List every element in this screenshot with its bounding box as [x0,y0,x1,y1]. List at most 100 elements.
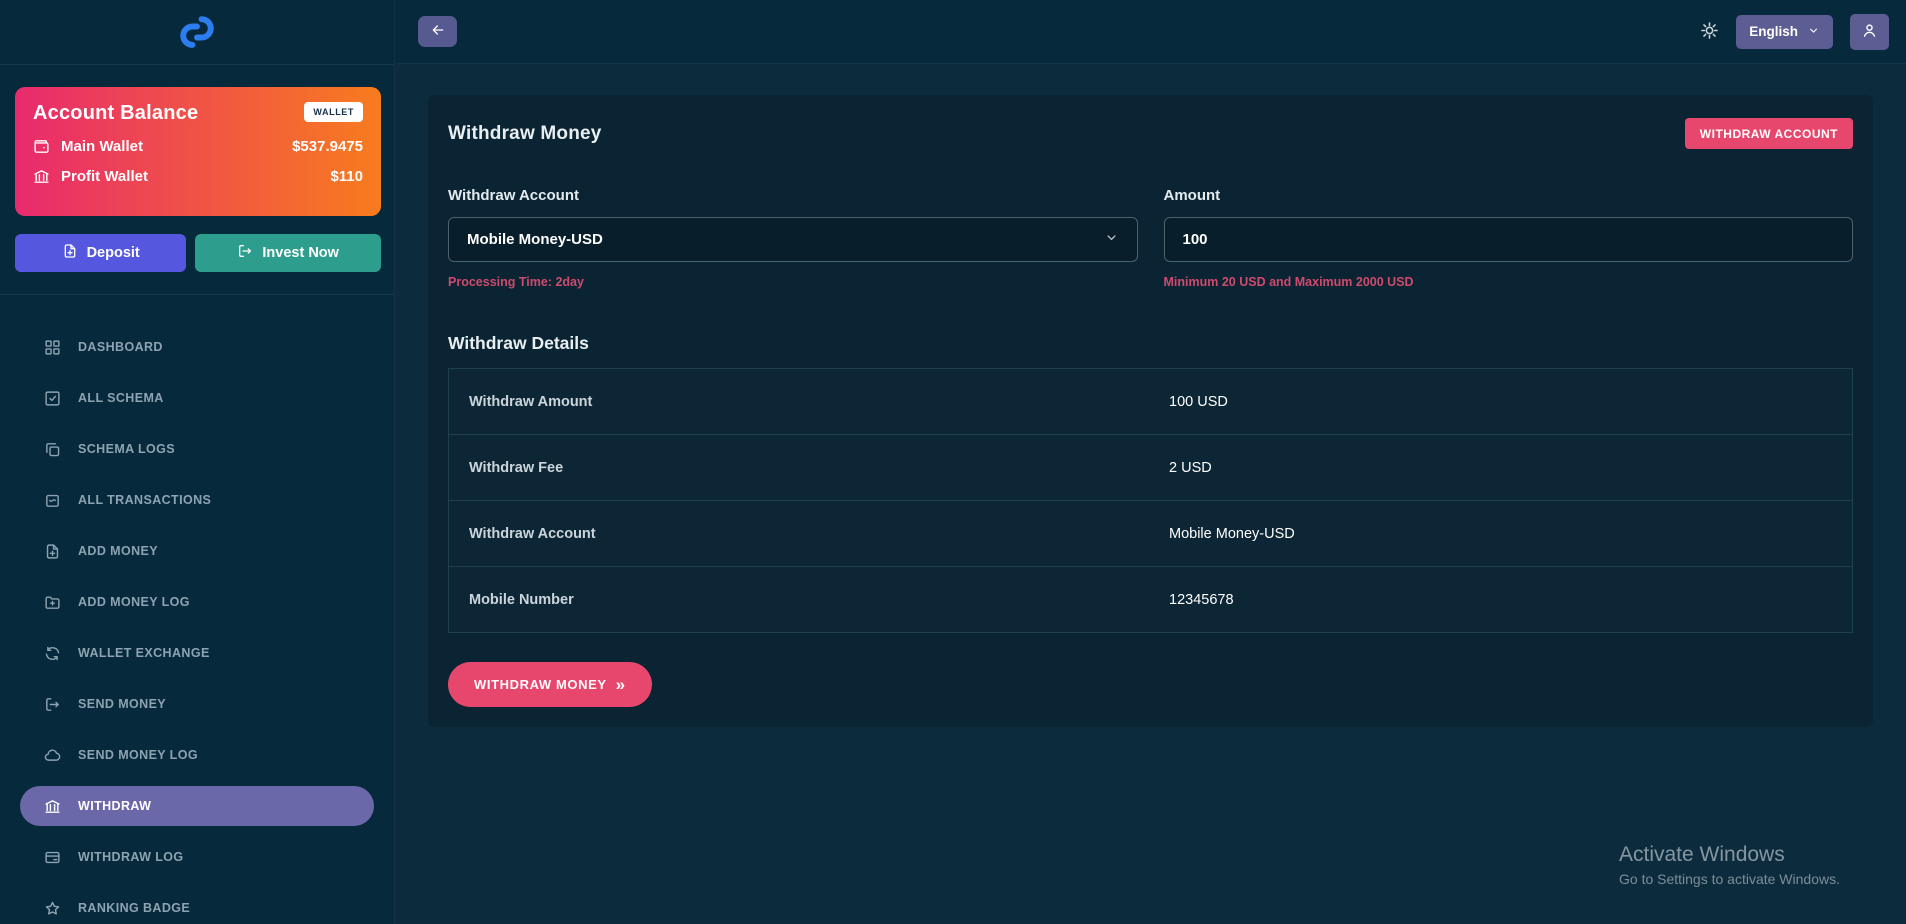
sidebar-item-all-transactions[interactable]: ALL TRANSACTIONS [20,480,374,520]
copy-icon [44,441,61,458]
amount-label: Amount [1164,187,1854,204]
bank-icon [44,798,61,815]
details-value: 12345678 [1169,592,1234,608]
withdraw-account-select[interactable]: Mobile Money-USD [448,217,1138,262]
details-row: Mobile Number12345678 [449,566,1852,632]
sidebar-item-label: DASHBOARD [78,340,163,354]
archive-icon [44,492,61,509]
cloud-icon [44,747,61,764]
wallet-icon [33,138,50,155]
amount-field-group: Amount Minimum 20 USD and Maximum 2000 U… [1164,187,1854,289]
balance-row-value: $537.9475 [292,138,363,155]
details-row: Withdraw Amount100 USD [449,369,1852,434]
sidebar-item-add-money-log[interactable]: ADD MONEY LOG [20,582,374,622]
invest-now-button[interactable]: Invest Now [195,234,381,272]
details-value: Mobile Money-USD [1169,526,1295,542]
back-button[interactable] [418,16,457,47]
details-label: Withdraw Account [449,526,1169,542]
deposit-button-label: Deposit [87,245,140,261]
user-menu-button[interactable] [1850,14,1889,50]
theme-toggle-button[interactable] [1700,21,1719,43]
watermark-line1: Activate Windows [1619,843,1840,867]
sidebar: Account Balance WALLET Main Wallet$537.9… [0,0,395,924]
chevron-down-icon [1807,24,1820,37]
grid-icon [44,339,61,356]
sidebar-item-label: SEND MONEY LOG [78,748,198,762]
sidebar-item-label: ADD MONEY [78,544,158,558]
sidebar-item-send-money[interactable]: SEND MONEY [20,684,374,724]
sidebar-item-label: SCHEMA LOGS [78,442,175,456]
sun-icon [1700,21,1719,40]
sidebar-menu: DASHBOARD ALL SCHEMA SCHEMA LOGS ALL TRANSA… [0,295,394,924]
withdraw-money-button[interactable]: WITHDRAW MONEY » [448,662,652,707]
withdraw-account-label: Withdraw Account [448,187,1138,204]
content-area: Withdraw Money WITHDRAW ACCOUNT Withdraw… [395,64,1906,924]
sidebar-item-withdraw-log[interactable]: WITHDRAW LOG [20,837,374,877]
sidebar-item-send-money-log[interactable]: SEND MONEY LOG [20,735,374,775]
language-select-button[interactable]: English [1736,15,1833,49]
sidebar-item-label: ALL SCHEMA [78,391,164,405]
page-title: Withdraw Money [448,123,602,145]
withdraw-details-table: Withdraw Amount100 USDWithdraw Fee2 USDW… [448,368,1853,633]
sidebar-item-dashboard[interactable]: DASHBOARD [20,327,374,367]
balance-row: Profit Wallet $110 [33,168,363,185]
amount-input[interactable] [1164,217,1854,262]
withdraw-account-button[interactable]: WITHDRAW ACCOUNT [1685,118,1853,149]
credit-card-icon [44,849,61,866]
details-label: Withdraw Fee [449,460,1169,476]
withdraw-details-title: Withdraw Details [448,333,1853,354]
sidebar-item-label: ALL TRANSACTIONS [78,493,211,507]
arrow-left-icon [430,22,446,38]
invest-now-button-label: Invest Now [262,245,339,261]
account-balance-card: Account Balance WALLET Main Wallet$537.9… [15,87,381,216]
file-plus-icon [62,243,78,259]
sidebar-header [0,0,394,65]
check-square-icon [44,390,61,407]
person-icon [1861,22,1878,39]
details-row: Withdraw Fee2 USD [449,434,1852,500]
send-icon [237,243,253,259]
sidebar-item-label: RANKING BADGE [78,901,190,915]
balance-row-value: $110 [330,168,363,185]
double-chevron-right-icon: » [616,676,626,693]
chevron-down-icon [1104,230,1119,245]
details-row: Withdraw AccountMobile Money-USD [449,500,1852,566]
watermark-line2: Go to Settings to activate Windows. [1619,871,1840,887]
balance-row-label: Profit Wallet [61,168,148,185]
sidebar-item-label: WALLET EXCHANGE [78,646,210,660]
withdraw-account-field: Withdraw Account Mobile Money-USD Proces… [448,187,1138,289]
main-panel: English Withdraw Money WITHDRAW ACCOUNT … [395,0,1906,924]
details-value: 2 USD [1169,460,1212,476]
sidebar-item-withdraw[interactable]: WITHDRAW [20,786,374,826]
withdraw-money-button-label: WITHDRAW MONEY [474,677,607,692]
sidebar-item-label: WITHDRAW LOG [78,850,183,864]
app-window: Account Balance WALLET Main Wallet$537.9… [0,0,1906,924]
file-plus-icon [44,543,61,560]
sidebar-actions: Deposit Invest Now [15,234,381,272]
activate-windows-watermark: Activate Windows Go to Settings to activ… [1619,843,1840,887]
withdraw-money-card: Withdraw Money WITHDRAW ACCOUNT Withdraw… [428,95,1873,727]
details-value: 100 USD [1169,394,1228,410]
details-label: Withdraw Amount [449,394,1169,410]
sidebar-item-ranking-badge[interactable]: RANKING BADGE [20,888,374,924]
sidebar-item-add-money[interactable]: ADD MONEY [20,531,374,571]
star-icon [44,900,61,917]
brand-logo[interactable] [175,10,219,54]
wallet-badge: WALLET [304,102,363,122]
processing-time-help: Processing Time: 2day [448,275,1138,289]
amount-limits-help: Minimum 20 USD and Maximum 2000 USD [1164,275,1854,289]
deposit-button[interactable]: Deposit [15,234,186,272]
withdraw-account-selected-value: Mobile Money-USD [467,231,603,248]
sidebar-item-label: ADD MONEY LOG [78,595,190,609]
sidebar-item-all-schema[interactable]: ALL SCHEMA [20,378,374,418]
details-label: Mobile Number [449,592,1169,608]
sidebar-body: Account Balance WALLET Main Wallet$537.9… [0,65,394,924]
balance-row-label: Main Wallet [61,138,143,155]
send-icon [44,696,61,713]
sidebar-item-label: SEND MONEY [78,697,166,711]
sidebar-item-wallet-exchange[interactable]: WALLET EXCHANGE [20,633,374,673]
sidebar-item-schema-logs[interactable]: SCHEMA LOGS [20,429,374,469]
brand-logo-icon [175,10,219,54]
sidebar-item-label: WITHDRAW [78,799,151,813]
bank-icon [33,168,50,185]
